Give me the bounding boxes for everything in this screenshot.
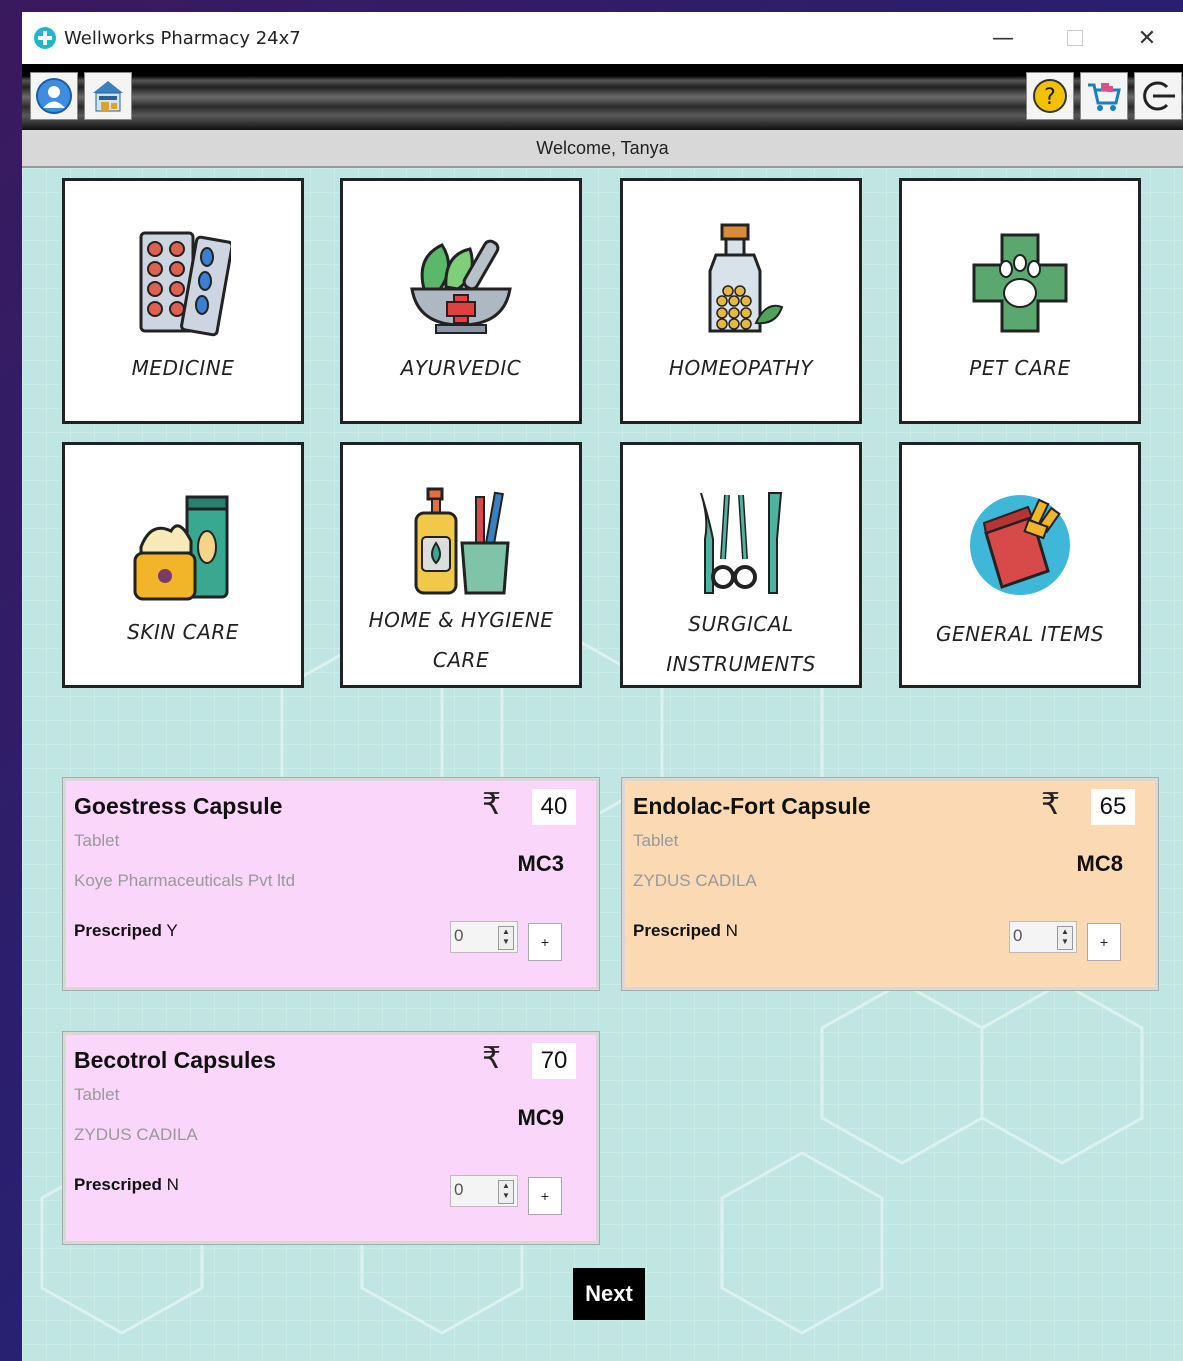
prescribed-value: N <box>166 1175 179 1194</box>
prescribed-label: Prescriped <box>74 921 162 940</box>
add-to-cart-button[interactable]: + <box>528 1177 562 1215</box>
user-profile-icon <box>36 78 72 114</box>
product-code: MC3 <box>517 851 564 876</box>
quantity-value: 0 <box>454 926 464 945</box>
product-manufacturer: Koye Pharmaceuticals Pvt ltd <box>74 871 296 890</box>
category-label-line1: HOME & HYGIENE <box>368 608 554 632</box>
logout-button[interactable] <box>1134 72 1182 120</box>
category-home-hygiene-care[interactable]: HOME & HYGIENE CARE <box>340 442 582 688</box>
medicine-blister-icon <box>139 231 231 337</box>
category-surgical-instruments[interactable]: SURGICAL INSTRUMENTS <box>620 442 862 688</box>
product-name: Becotrol Capsules <box>74 1047 276 1073</box>
product-manufacturer: ZYDUS CADILA <box>74 1125 198 1144</box>
toolbar: ? <box>22 64 1183 130</box>
window-title: Wellworks Pharmacy 24x7 <box>64 27 301 49</box>
product-code: MC9 <box>517 1105 564 1130</box>
product-manufacturer: ZYDUS CADILA <box>633 871 757 890</box>
category-label-line1: SURGICAL <box>688 612 794 636</box>
product-card: Endolac-Fort Capsule ₹ 65 Tablet MC8 ZYD… <box>621 777 1159 991</box>
category-ayurvedic[interactable]: AYURVEDIC <box>340 178 582 424</box>
category-label-line2: CARE <box>432 648 490 672</box>
title-bar: Wellworks Pharmacy 24x7 — ✕ <box>22 12 1183 64</box>
prescribed-status: Prescriped N <box>633 921 738 941</box>
user-profile-button[interactable] <box>30 72 78 120</box>
category-label: PET CARE <box>969 356 1071 380</box>
mortar-pestle-icon <box>410 239 512 334</box>
category-label: GENERAL ITEMS <box>935 622 1104 646</box>
quantity-stepper[interactable]: 0 ▲ ▼ <box>450 921 518 953</box>
product-type: Tablet <box>74 831 120 850</box>
category-label: AYURVEDIC <box>400 356 522 380</box>
spin-arrows-icon[interactable]: ▲ ▼ <box>498 1180 514 1204</box>
cart-icon <box>1088 83 1121 111</box>
quantity-stepper[interactable]: 0 ▲ ▼ <box>1009 921 1077 953</box>
prescribed-label: Prescriped <box>74 1175 162 1194</box>
product-name: Goestress Capsule <box>74 793 283 819</box>
category-medicine[interactable]: MEDICINE <box>62 178 304 424</box>
general-items-bag-icon <box>970 495 1070 595</box>
store-button[interactable] <box>84 72 132 120</box>
app-logo-icon <box>34 27 56 49</box>
cart-button[interactable] <box>1080 72 1128 120</box>
store-icon <box>93 81 123 112</box>
product-type: Tablet <box>74 1085 120 1104</box>
product-type: Tablet <box>633 831 679 850</box>
prescribed-status: Prescriped Y <box>74 921 178 941</box>
product-price: 40 <box>532 789 576 825</box>
category-label: SKIN CARE <box>127 620 239 644</box>
add-to-cart-button[interactable]: + <box>528 923 562 961</box>
add-to-cart-button[interactable]: + <box>1087 923 1121 961</box>
window-controls: — ✕ <box>967 12 1183 64</box>
help-button[interactable]: ? <box>1026 72 1074 120</box>
help-glyph: ? <box>1044 85 1056 110</box>
product-price: 65 <box>1091 789 1135 825</box>
maximize-button[interactable] <box>1039 12 1111 64</box>
welcome-text: Welcome, Tanya <box>536 137 669 158</box>
category-homeopathy[interactable]: HOMEOPATHY <box>620 178 862 424</box>
prescribed-value: N <box>725 921 738 940</box>
category-general-items[interactable]: GENERAL ITEMS <box>899 442 1141 688</box>
quantity-value: 0 <box>1013 926 1023 945</box>
rupee-icon: ₹ <box>482 787 502 822</box>
spin-arrows-icon[interactable]: ▲ ▼ <box>1057 926 1073 950</box>
app-window: Wellworks Pharmacy 24x7 — ✕ ? Welcome, T… <box>22 12 1183 1361</box>
spin-arrows-icon[interactable]: ▲ ▼ <box>498 926 514 950</box>
soap-toothbrush-icon <box>414 487 510 595</box>
quantity-stepper[interactable]: 0 ▲ ▼ <box>450 1175 518 1207</box>
prescribed-label: Prescriped <box>633 921 721 940</box>
category-label: HOMEOPATHY <box>668 356 814 380</box>
skin-care-cream-icon <box>133 495 229 601</box>
close-button[interactable]: ✕ <box>1111 12 1183 64</box>
category-label-line2: INSTRUMENTS <box>666 652 816 676</box>
quantity-value: 0 <box>454 1180 464 1199</box>
help-icon: ? <box>1033 79 1067 113</box>
product-price: 70 <box>532 1043 576 1079</box>
homeopathy-bottle-icon <box>708 223 784 333</box>
category-pet-care[interactable]: PET CARE <box>899 178 1141 424</box>
prescribed-value: Y <box>166 921 178 940</box>
product-card: Becotrol Capsules ₹ 70 Tablet MC9 ZYDUS … <box>62 1031 600 1245</box>
category-label: MEDICINE <box>131 356 235 380</box>
welcome-bar: Welcome, Tanya <box>22 130 1183 168</box>
rupee-icon: ₹ <box>482 1041 502 1076</box>
pet-care-cross-icon <box>972 233 1068 333</box>
category-skin-care[interactable]: SKIN CARE <box>62 442 304 688</box>
product-card: Goestress Capsule ₹ 40 Tablet MC3 Koye P… <box>62 777 600 991</box>
surgical-tools-icon <box>700 492 783 594</box>
prescribed-status: Prescriped N <box>74 1175 179 1195</box>
logout-icon <box>1143 81 1175 111</box>
product-code: MC8 <box>1076 851 1123 876</box>
maximize-icon <box>1067 30 1083 46</box>
next-button[interactable]: Next <box>573 1268 645 1320</box>
minimize-button[interactable]: — <box>967 12 1039 64</box>
product-name: Endolac-Fort Capsule <box>633 793 871 819</box>
rupee-icon: ₹ <box>1041 787 1061 822</box>
